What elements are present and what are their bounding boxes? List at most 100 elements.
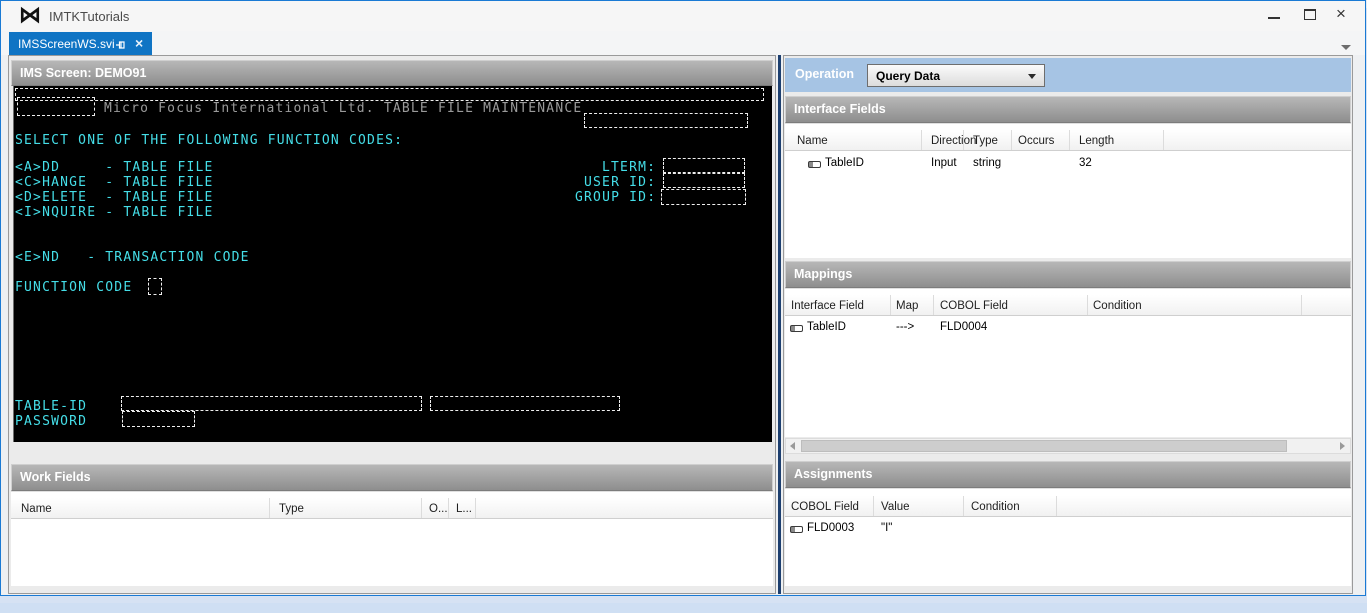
window-title: IMTKTutorials (49, 9, 130, 24)
pin-icon[interactable] (115, 38, 127, 56)
scroll-left-icon (790, 442, 795, 450)
terminal-line: <E>ND - TRANSACTION CODE (15, 250, 250, 265)
maximize-button[interactable] (1295, 5, 1325, 26)
terminal-line: <A>DD - TABLE FILE (15, 160, 214, 175)
interface-field-type[interactable]: string (973, 157, 1001, 169)
column-separator[interactable] (963, 496, 964, 516)
panel-splitter[interactable] (778, 55, 781, 594)
assignments-header: Assignments (785, 461, 1351, 488)
assignments-title: Assignments (794, 467, 873, 481)
interface-field-direction[interactable]: Input (931, 157, 957, 169)
column-header-occurs[interactable]: Occurs (1018, 135, 1054, 147)
assignment-value[interactable]: "I" (881, 522, 892, 534)
ide-window: ⋈ IMTKTutorials × IMSScreenWS.svi × IMS … (0, 0, 1366, 596)
terminal-function-code-label: FUNCTION CODE (15, 280, 133, 295)
terminal-field[interactable] (430, 396, 620, 411)
terminal-field-userid[interactable] (663, 173, 745, 188)
column-header-cobol-field[interactable]: COBOL Field (940, 300, 1008, 312)
visual-studio-logo-icon: ⋈ (19, 2, 41, 27)
column-header-condition[interactable]: Condition (1093, 300, 1142, 312)
terminal-field-tableid[interactable] (121, 396, 422, 411)
column-header-name[interactable]: Name (797, 135, 828, 147)
minimize-button[interactable] (1259, 5, 1289, 26)
column-separator[interactable] (475, 498, 476, 518)
column-header-occurs[interactable]: O... (429, 503, 448, 515)
terminal-field-password[interactable] (122, 411, 195, 427)
assignments-column-header[interactable] (785, 496, 1351, 517)
titlebar: ⋈ IMTKTutorials × (1, 1, 1365, 31)
tab-close-icon[interactable]: × (135, 35, 143, 51)
terminal-field[interactable] (584, 113, 748, 128)
column-separator[interactable] (933, 295, 934, 315)
tab-label: IMSScreenWS.svi (18, 37, 115, 51)
work-fields-column-header[interactable] (11, 498, 773, 519)
mapping-interface-field[interactable]: TableID (807, 321, 846, 333)
tab-imsscreenws[interactable]: IMSScreenWS.svi × (9, 32, 152, 55)
column-header-length[interactable]: Length (1079, 135, 1114, 147)
column-separator[interactable] (269, 498, 270, 518)
mapping-cobol-field[interactable]: FLD0004 (940, 321, 987, 333)
terminal-lterm-label: LTERM: (602, 160, 657, 175)
terminal-userid-label: USER ID: (584, 175, 657, 190)
column-separator[interactable] (1301, 295, 1302, 315)
terminal-line: <I>NQUIRE - TABLE FILE (15, 205, 214, 220)
column-separator[interactable] (1087, 295, 1088, 315)
column-header-length[interactable]: L... (456, 503, 472, 515)
terminal-field-lterm[interactable] (663, 158, 745, 173)
tab-well-dropdown-icon[interactable] (1341, 45, 1351, 50)
column-separator[interactable] (921, 130, 922, 150)
terminal-groupid-label: GROUP ID: (575, 190, 657, 205)
column-header-type[interactable]: Type (279, 503, 304, 515)
maximize-icon (1304, 9, 1316, 20)
column-separator[interactable] (1163, 130, 1164, 150)
operation-dropdown[interactable]: Query Data (867, 64, 1045, 87)
tab-strip: IMSScreenWS.svi × (1, 31, 1365, 55)
terminal-field-groupid[interactable] (661, 189, 746, 205)
interface-fields-column-header[interactable] (785, 130, 1351, 151)
interface-field-length[interactable]: 32 (1079, 157, 1092, 169)
column-separator[interactable] (1011, 130, 1012, 150)
column-separator[interactable] (448, 498, 449, 518)
mappings-horizontal-scrollbar[interactable] (785, 438, 1351, 454)
mappings-header: Mappings (785, 261, 1351, 288)
column-separator[interactable] (963, 130, 964, 150)
terminal-password-label: PASSWORD (15, 414, 88, 429)
mapping-direction[interactable]: ---> (896, 321, 914, 333)
terminal-field[interactable] (15, 88, 764, 101)
column-header-name[interactable]: Name (21, 503, 52, 515)
interface-field-name[interactable]: TableID (825, 157, 864, 169)
close-icon: × (1336, 4, 1346, 23)
column-header-condition[interactable]: Condition (971, 501, 1020, 513)
work-fields-title: Work Fields (20, 470, 91, 484)
column-separator[interactable] (873, 496, 874, 516)
terminal-field[interactable] (17, 97, 95, 116)
column-header-cobol-field[interactable]: COBOL Field (791, 501, 859, 513)
minimize-icon (1268, 17, 1280, 19)
column-header-type[interactable]: Type (973, 135, 998, 147)
operation-selected-value: Query Data (876, 69, 941, 83)
scrollbar-thumb[interactable] (801, 440, 1287, 452)
terminal-tableid-label: TABLE-ID (15, 399, 88, 414)
terminal-line: <D>ELETE - TABLE FILE (15, 190, 214, 205)
mappings-column-header[interactable] (785, 295, 1351, 316)
column-header-direction[interactable]: Direction (931, 135, 976, 147)
column-separator[interactable] (890, 295, 891, 315)
column-header-interface-field[interactable]: Interface Field (791, 300, 864, 312)
field-icon (790, 325, 803, 332)
column-separator[interactable] (1069, 130, 1070, 150)
mappings-title: Mappings (794, 267, 853, 281)
scroll-right-button[interactable] (1335, 439, 1350, 453)
scroll-right-icon (1340, 442, 1345, 450)
column-separator[interactable] (1056, 496, 1057, 516)
scroll-left-button[interactable] (786, 439, 801, 453)
column-separator[interactable] (421, 498, 422, 518)
operation-bar: Operation Query Data (785, 58, 1351, 92)
assignment-cobol-field[interactable]: FLD0003 (807, 522, 854, 534)
terminal-field-function-code[interactable] (148, 278, 162, 295)
column-header-value[interactable]: Value (881, 501, 910, 513)
close-button[interactable]: × (1329, 4, 1359, 26)
column-header-map[interactable]: Map (896, 300, 918, 312)
terminal-banner: Micro Focus International Ltd. TABLE FIL… (104, 101, 583, 116)
terminal-line: <C>HANGE - TABLE FILE (15, 175, 214, 190)
background-bottom-strip (0, 603, 1367, 613)
